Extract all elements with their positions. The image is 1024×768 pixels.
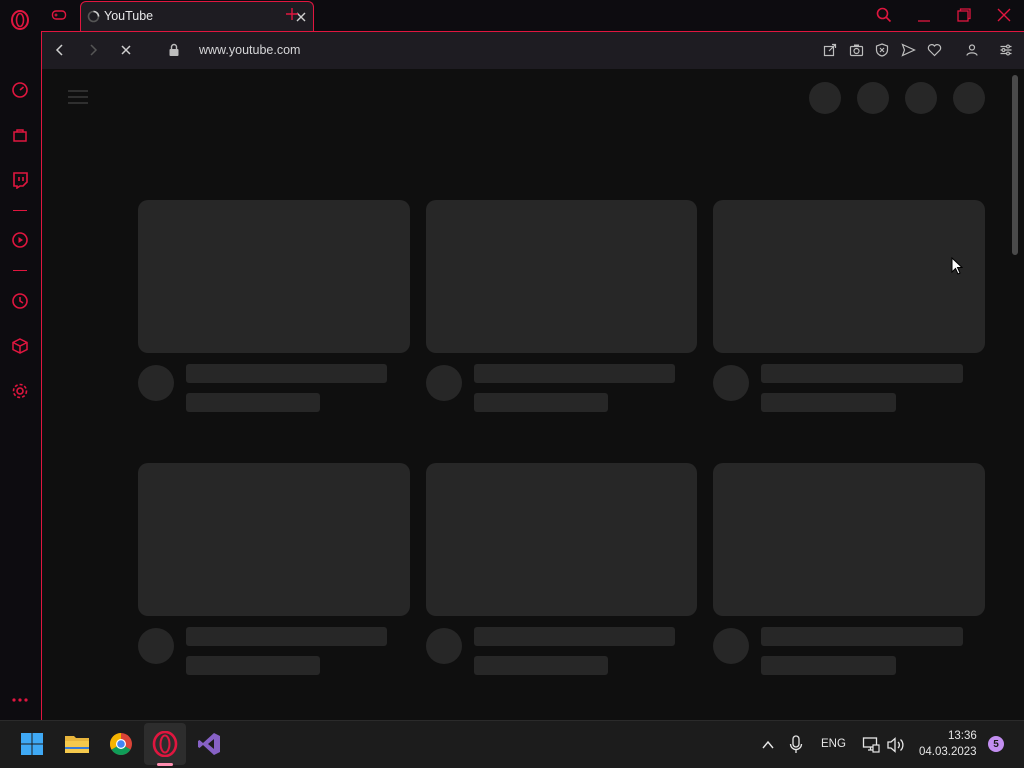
hamburger-menu-icon[interactable] — [68, 89, 88, 105]
address-bar: www.youtube.com — [41, 31, 1024, 69]
video-thumbnail-placeholder — [138, 463, 410, 616]
back-arrow-icon[interactable] — [52, 42, 68, 58]
vertical-scrollbar[interactable] — [1012, 75, 1018, 255]
easy-setup-icon[interactable] — [998, 42, 1014, 58]
network-display-icon[interactable] — [862, 736, 880, 754]
send-arrow-icon[interactable] — [900, 42, 916, 58]
sidebar — [0, 0, 41, 720]
url-field[interactable]: www.youtube.com — [199, 43, 300, 57]
minimize-icon[interactable] — [916, 8, 932, 24]
title-placeholder — [186, 364, 387, 383]
mouse-cursor-icon — [951, 256, 964, 275]
title-placeholder — [474, 364, 675, 383]
sidebar-divider — [13, 270, 27, 271]
tab-bar: YouTube — [41, 0, 1024, 32]
clock-date[interactable]: 04.03.2023 — [919, 746, 977, 758]
meta-placeholder — [474, 656, 608, 675]
search-tabs-icon[interactable] — [875, 6, 893, 24]
new-tab-plus-icon[interactable] — [284, 6, 300, 22]
snapshot-camera-icon[interactable] — [848, 42, 864, 58]
meta-placeholder — [186, 656, 320, 675]
speed-dial-icon[interactable] — [9, 79, 31, 101]
opera-gx-icon[interactable] — [152, 731, 178, 757]
settings-gear-icon[interactable] — [9, 380, 31, 402]
share-edit-icon[interactable] — [822, 42, 838, 58]
heart-bookmark-icon[interactable] — [926, 42, 942, 58]
title-placeholder — [474, 627, 675, 646]
chrome-icon[interactable] — [108, 731, 134, 757]
notification-badge[interactable]: 5 — [988, 736, 1004, 752]
meta-placeholder — [761, 393, 896, 412]
video-thumbnail-placeholder — [426, 200, 697, 353]
video-thumbnail-placeholder — [138, 200, 410, 353]
meta-placeholder — [186, 393, 320, 412]
profile-icon[interactable] — [964, 42, 980, 58]
windows-start-icon[interactable] — [19, 731, 45, 757]
title-placeholder — [761, 364, 963, 383]
history-icon[interactable] — [9, 290, 31, 312]
lock-icon[interactable] — [166, 42, 182, 58]
title-placeholder — [186, 627, 387, 646]
channel-avatar-placeholder — [713, 365, 749, 401]
channel-avatar-placeholder — [426, 365, 462, 401]
title-placeholder — [761, 627, 963, 646]
tab-youtube[interactable]: YouTube — [80, 1, 314, 32]
player-icon[interactable] — [9, 229, 31, 251]
close-window-icon[interactable] — [996, 7, 1012, 23]
channel-avatar-placeholder — [138, 365, 174, 401]
notification-count: 5 — [993, 738, 999, 750]
file-explorer-icon[interactable] — [64, 731, 90, 757]
channel-avatar-placeholder — [713, 628, 749, 664]
channel-avatar-placeholder — [426, 628, 462, 664]
visual-studio-icon[interactable] — [196, 731, 222, 757]
meta-placeholder — [761, 656, 896, 675]
video-thumbnail-placeholder — [426, 463, 697, 616]
extensions-cube-icon[interactable] — [9, 335, 31, 357]
clock-time[interactable]: 13:36 — [948, 730, 977, 742]
stop-loading-icon[interactable] — [118, 42, 134, 58]
volume-speaker-icon[interactable] — [886, 736, 906, 754]
microphone-icon[interactable] — [788, 735, 804, 755]
meta-placeholder — [474, 393, 608, 412]
forward-arrow-icon[interactable] — [85, 42, 101, 58]
video-thumbnail-placeholder — [713, 200, 985, 353]
shopping-bag-icon[interactable] — [9, 124, 31, 146]
header-placeholder-circle — [953, 82, 985, 114]
twitch-icon[interactable] — [9, 169, 31, 191]
sidebar-divider — [13, 210, 27, 211]
tab-title: YouTube — [104, 9, 154, 23]
opera-logo-icon[interactable] — [9, 9, 31, 31]
ad-blocker-shield-icon[interactable] — [874, 42, 890, 58]
loading-spinner-icon — [87, 10, 100, 23]
channel-avatar-placeholder — [138, 628, 174, 664]
gamepad-icon[interactable] — [51, 7, 67, 23]
language-indicator[interactable]: ENG — [821, 738, 846, 750]
more-options-icon[interactable] — [9, 689, 31, 711]
video-thumbnail-placeholder — [713, 463, 985, 616]
active-app-indicator — [157, 763, 173, 766]
show-hidden-icons-chevron-icon[interactable] — [760, 737, 776, 753]
header-placeholder-circle — [857, 82, 889, 114]
restore-window-icon[interactable] — [956, 7, 972, 23]
header-placeholder-circle — [905, 82, 937, 114]
header-placeholder-circle — [809, 82, 841, 114]
taskbar: ENG 13:36 04.03.2023 5 — [0, 720, 1024, 768]
page-content — [41, 69, 1024, 720]
